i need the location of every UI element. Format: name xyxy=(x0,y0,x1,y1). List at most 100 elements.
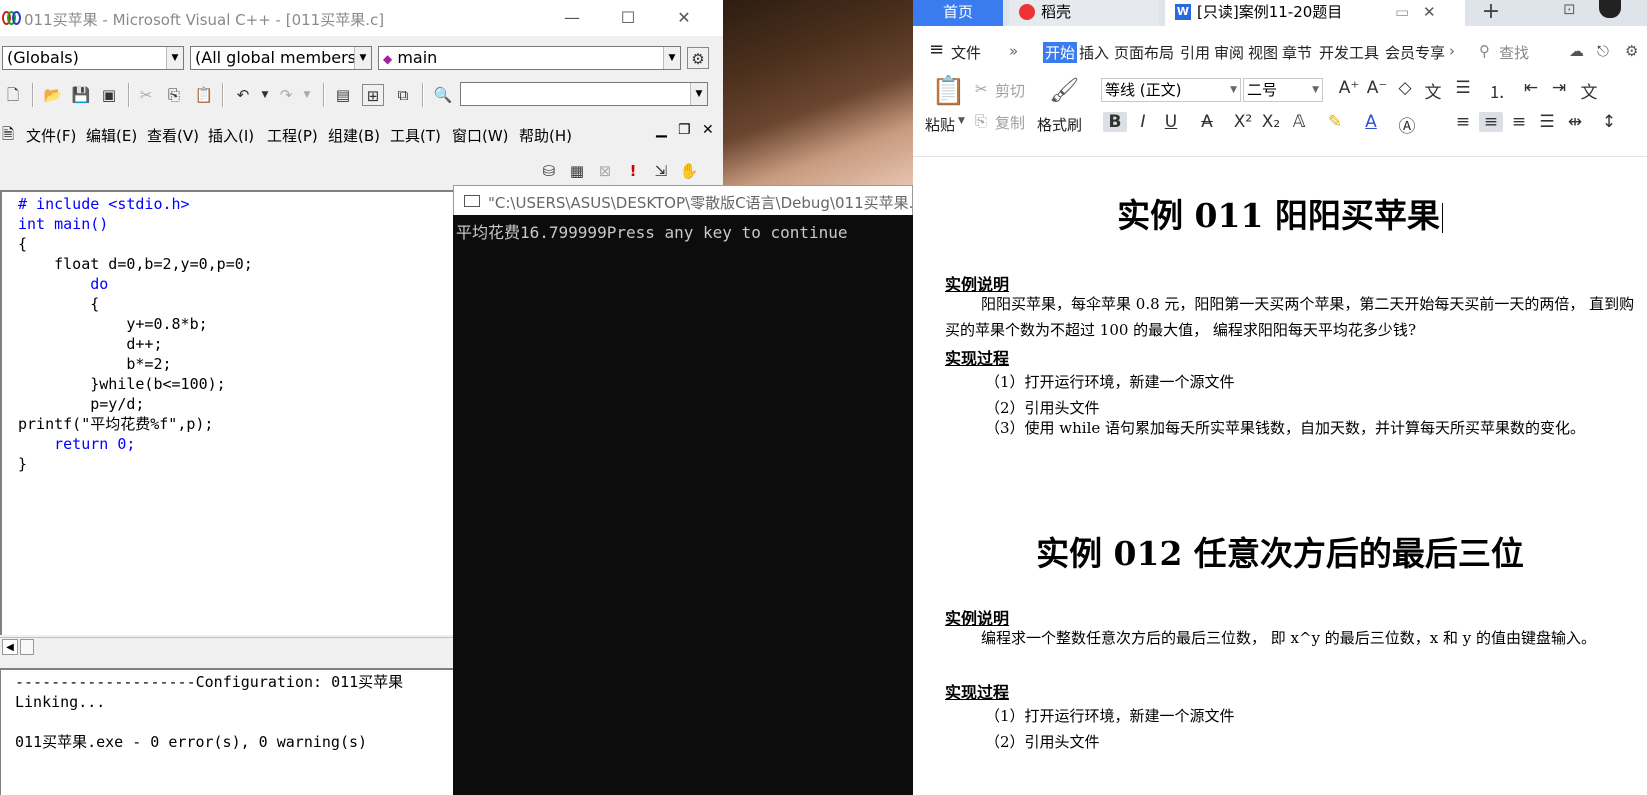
menu-file-wps[interactable]: 文件 xyxy=(951,42,981,63)
code-editor[interactable]: # include <stdio.h> int main() { float d… xyxy=(0,190,454,635)
ribbon-tab-view[interactable]: 视图 xyxy=(1248,42,1278,63)
new-tab-button[interactable]: + xyxy=(1478,0,1504,26)
close-button[interactable]: ✕ xyxy=(656,0,712,36)
superscript-icon[interactable]: X² xyxy=(1231,112,1255,132)
console-title-bar[interactable]: "C:\USERS\ASUS\DESKTOP\零散版C语言\Debug\011买… xyxy=(453,185,913,215)
ribbon-tab-review[interactable]: 审阅 xyxy=(1214,42,1244,63)
menu-build[interactable]: 组建(B) xyxy=(328,125,380,146)
chevron-down-icon[interactable]: ▼ xyxy=(296,84,318,106)
find-in-files-icon[interactable]: 🔍 xyxy=(432,84,454,106)
stop-build-icon[interactable]: ⊠ xyxy=(594,160,616,182)
search-icon[interactable]: ⚲ xyxy=(1479,42,1490,60)
scroll-left-icon[interactable]: ◀ xyxy=(2,639,18,655)
menu-project[interactable]: 工程(P) xyxy=(267,125,318,146)
align-center-icon[interactable]: ≡ xyxy=(1479,112,1503,132)
cut-button[interactable]: 剪切 xyxy=(995,80,1025,101)
new-file-icon[interactable]: 🗋 xyxy=(2,84,24,106)
maximize-button[interactable]: ☐ xyxy=(600,0,656,36)
copy-button[interactable]: 复制 xyxy=(995,112,1025,133)
vc-title-bar[interactable]: 011买苹果 - Microsoft Visual C++ - [011买苹果.… xyxy=(0,0,723,36)
menu-insert[interactable]: 插入(I) xyxy=(208,125,254,146)
scope-combo[interactable]: (Globals) ▼ xyxy=(2,46,184,70)
cut-icon[interactable]: ✂ xyxy=(135,84,157,106)
expand-icon[interactable]: » xyxy=(1009,42,1018,60)
ribbon-tab-developer[interactable]: 开发工具 xyxy=(1319,42,1379,63)
underline-icon[interactable]: U xyxy=(1159,112,1183,132)
settings-icon[interactable]: ⚙ xyxy=(1625,42,1638,60)
clear-format-icon[interactable]: ◇ xyxy=(1393,78,1417,98)
char-border-icon[interactable]: Ⓐ xyxy=(1395,112,1419,137)
tab-daoke[interactable]: 稻壳 xyxy=(1009,0,1159,26)
breakpoint-hand-icon[interactable]: ✋ xyxy=(678,160,700,182)
go-icon[interactable]: ⇲ xyxy=(650,160,672,182)
paste-icon[interactable]: 📋 xyxy=(193,84,215,106)
align-left-icon[interactable]: ≡ xyxy=(1451,112,1475,132)
window-layout-icon[interactable]: ⊡ xyxy=(1563,0,1576,18)
menu-file[interactable]: 文件(F) xyxy=(26,125,76,146)
window-list-icon[interactable]: ⧉ xyxy=(392,84,414,106)
mdi-close-icon[interactable]: ✕ xyxy=(702,122,714,138)
cloud-icon[interactable]: ☁ xyxy=(1569,42,1584,60)
compile-icon[interactable]: ⛁ xyxy=(538,160,560,182)
tab-screen-icon[interactable]: ▭ xyxy=(1395,0,1409,24)
format-painter-button[interactable]: 格式刷 xyxy=(1037,114,1082,135)
justify-icon[interactable]: ☰ xyxy=(1535,112,1559,132)
execute-icon[interactable]: ! xyxy=(622,160,644,182)
function-combo[interactable]: ◆ main ▼ xyxy=(378,46,681,70)
bold-icon[interactable]: B xyxy=(1103,112,1127,132)
chinese-layout-icon[interactable]: 文 xyxy=(1577,78,1601,103)
minimize-button[interactable]: — xyxy=(544,0,600,36)
highlight-icon[interactable]: ✎ xyxy=(1323,112,1347,132)
redo-icon[interactable]: ↷ xyxy=(275,84,297,106)
ribbon-tab-chapter[interactable]: 章节 xyxy=(1282,42,1312,63)
copy-icon[interactable]: ⎘ xyxy=(163,84,185,106)
open-icon[interactable]: 📂 xyxy=(42,84,64,106)
italic-icon[interactable]: I xyxy=(1131,112,1155,132)
increase-indent-icon[interactable]: ⇥ xyxy=(1547,78,1571,98)
decrease-indent-icon[interactable]: ⇤ xyxy=(1519,78,1543,98)
distribute-icon[interactable]: ⇹ xyxy=(1563,112,1587,132)
text-effect-icon[interactable]: 𝔸 xyxy=(1287,112,1311,132)
console-window[interactable]: "C:\USERS\ASUS\DESKTOP\零散版C语言\Debug\011买… xyxy=(453,185,913,795)
menu-help[interactable]: 帮助(H) xyxy=(519,125,572,146)
ribbon-tab-reference[interactable]: 引用 xyxy=(1180,42,1210,63)
font-color-icon[interactable]: A xyxy=(1359,112,1383,132)
cut-icon[interactable]: ✂ xyxy=(975,80,988,98)
shrink-font-icon[interactable]: A⁻ xyxy=(1365,78,1389,98)
menu-window[interactable]: 窗口(W) xyxy=(452,125,509,146)
line-spacing-icon[interactable]: ↕ xyxy=(1597,112,1621,132)
chevron-right-icon[interactable]: › xyxy=(1449,42,1455,60)
output-window-icon[interactable]: ⊞ xyxy=(362,84,384,106)
search-label[interactable]: 查找 xyxy=(1499,42,1529,63)
members-combo[interactable]: (All global members ▼ xyxy=(190,46,372,70)
ribbon-tab-insert[interactable]: 插入 xyxy=(1079,42,1109,63)
save-all-icon[interactable]: ▣ xyxy=(98,84,120,106)
font-size-select[interactable]: 二号 ▼ xyxy=(1243,78,1323,102)
menu-edit[interactable]: 编辑(E) xyxy=(86,125,137,146)
mdi-restore-icon[interactable]: ❐ xyxy=(678,122,691,138)
menu-view[interactable]: 查看(V) xyxy=(147,125,199,146)
share-icon[interactable]: ⎋ xyxy=(1597,42,1609,60)
horizontal-scrollbar[interactable]: ◀ xyxy=(0,637,454,657)
numbered-list-icon[interactable]: ⒈ xyxy=(1485,78,1509,103)
chevron-down-icon[interactable]: ▼ xyxy=(254,84,276,106)
bullet-list-icon[interactable]: ☰ xyxy=(1451,78,1475,98)
copy-icon[interactable]: ⎘ xyxy=(975,112,987,130)
scroll-thumb[interactable] xyxy=(20,639,34,655)
pinyin-icon[interactable]: 文 xyxy=(1421,78,1445,103)
ribbon-tab-layout[interactable]: 页面布局 xyxy=(1114,42,1174,63)
find-combo[interactable]: ▼ xyxy=(460,82,708,106)
paste-clipboard-icon[interactable]: 📋 xyxy=(931,74,966,107)
font-name-select[interactable]: 等线 (正文) ▼ xyxy=(1101,78,1241,102)
save-icon[interactable]: 💾 xyxy=(70,84,92,106)
subscript-icon[interactable]: X₂ xyxy=(1259,112,1283,132)
format-painter-icon[interactable]: 🖌 xyxy=(1049,76,1079,104)
user-avatar[interactable] xyxy=(1599,0,1621,18)
mdi-minimize-icon[interactable]: ▁ xyxy=(656,122,667,138)
tab-document[interactable]: W [只读]案例11-20题目 ▭ ✕ xyxy=(1165,0,1465,26)
ribbon-tab-home[interactable]: 开始 xyxy=(1043,42,1078,63)
tab-home[interactable]: 首页 xyxy=(913,0,1003,26)
grow-font-icon[interactable]: A⁺ xyxy=(1337,78,1361,98)
hamburger-icon[interactable]: ≡ xyxy=(929,39,944,60)
workspace-icon[interactable]: ▤ xyxy=(332,84,354,106)
